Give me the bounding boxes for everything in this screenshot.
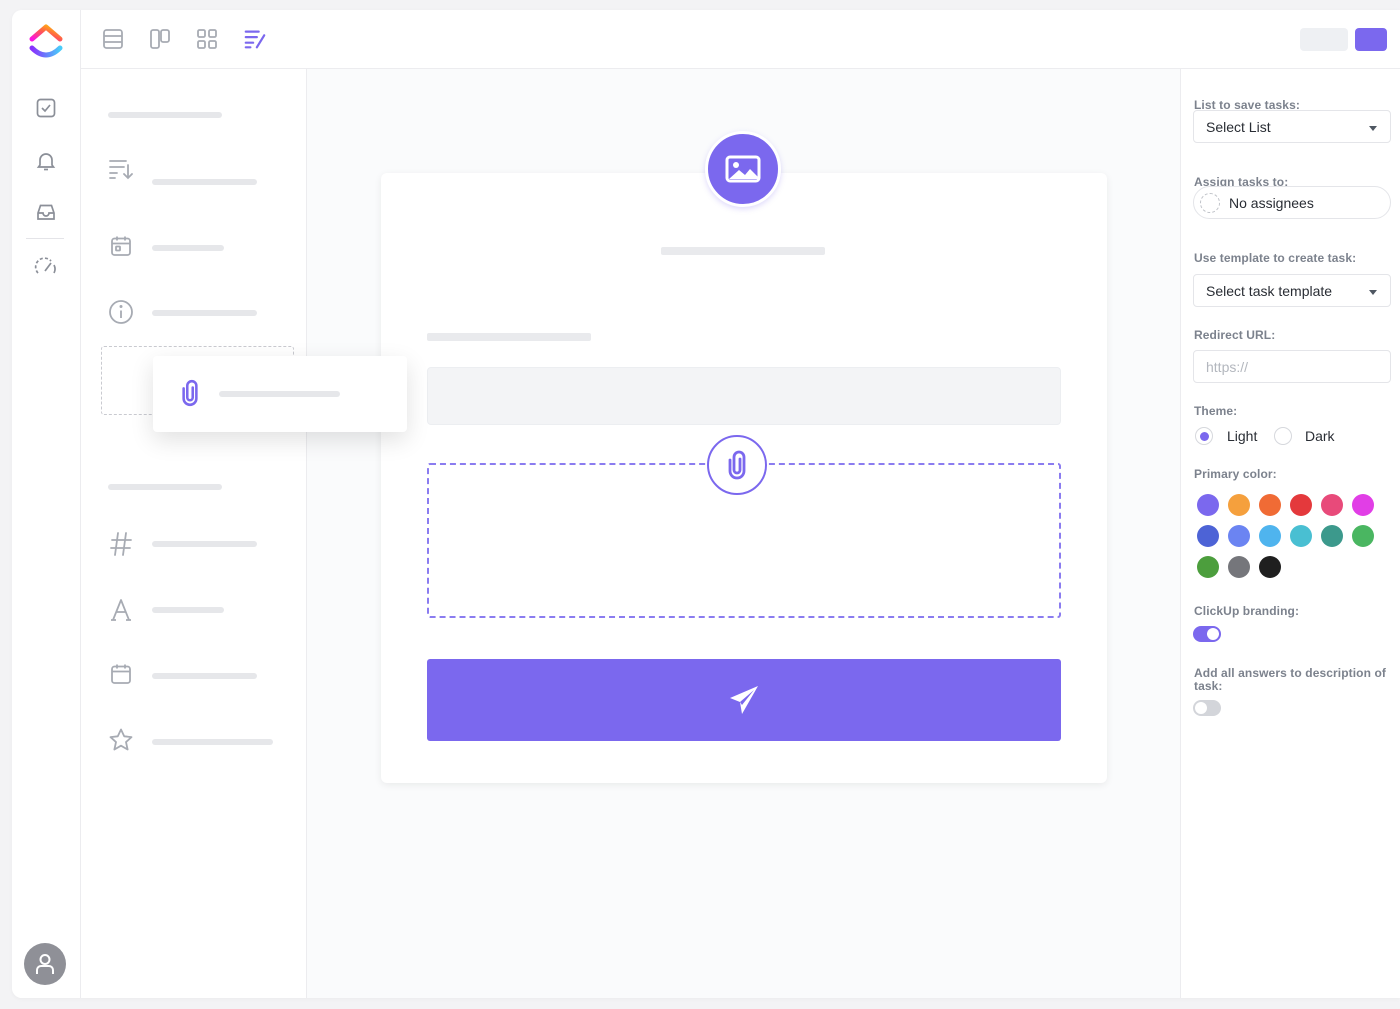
field-label-placeholder — [152, 739, 273, 745]
template-select-value: Select task template — [1206, 283, 1333, 299]
send-paper-plane-icon — [730, 686, 758, 714]
form-cover-image-button[interactable] — [705, 131, 781, 207]
field-label-placeholder — [152, 673, 257, 679]
redirect-url-input[interactable] — [1193, 350, 1391, 383]
field-text-icon[interactable] — [107, 596, 135, 624]
color-swatch[interactable] — [1228, 494, 1250, 516]
list-view-icon[interactable] — [101, 27, 125, 51]
secondary-action-button[interactable] — [1300, 28, 1348, 51]
field-label-placeholder — [219, 391, 340, 397]
color-swatch[interactable] — [1197, 525, 1219, 547]
field-date-icon[interactable] — [107, 232, 135, 260]
user-avatar[interactable] — [24, 943, 66, 985]
form-canvas — [307, 69, 1180, 998]
top-bar — [81, 10, 1400, 69]
color-swatch[interactable] — [1290, 494, 1312, 516]
color-swatch[interactable] — [1228, 556, 1250, 578]
field-label-placeholder — [152, 179, 257, 185]
form-preview-card — [381, 131, 1107, 783]
dragged-attachment-field[interactable] — [153, 356, 407, 432]
color-swatch[interactable] — [1228, 525, 1250, 547]
template-select[interactable]: Select task template — [1193, 274, 1391, 307]
tasks-checkbox-icon[interactable] — [34, 96, 58, 120]
answers-label: Add all answers to description of task: — [1194, 666, 1386, 693]
clickup-logo-icon[interactable] — [28, 22, 64, 62]
field-calendar-icon[interactable] — [107, 660, 135, 688]
color-swatch[interactable] — [1259, 494, 1281, 516]
assignee-picker[interactable]: No assignees — [1193, 186, 1391, 219]
form-text-input[interactable] — [427, 367, 1061, 425]
assignee-value: No assignees — [1229, 195, 1314, 211]
color-swatch[interactable] — [1259, 525, 1281, 547]
primary-color-label: Primary color: — [1194, 467, 1277, 481]
chevron-down-icon — [1369, 290, 1377, 295]
color-swatch[interactable] — [1352, 525, 1374, 547]
theme-dark-radio[interactable] — [1274, 427, 1292, 445]
notifications-bell-icon[interactable] — [34, 149, 58, 173]
attachment-upload-button[interactable] — [707, 435, 767, 495]
rail-divider — [26, 238, 64, 239]
submit-form-button[interactable] — [427, 659, 1061, 741]
primary-action-button[interactable] — [1355, 28, 1387, 51]
theme-label: Theme: — [1194, 404, 1238, 418]
theme-light-radio[interactable] — [1195, 427, 1213, 445]
form-fields-sidebar — [81, 69, 307, 998]
color-swatch[interactable] — [1290, 525, 1312, 547]
color-swatch[interactable] — [1352, 494, 1374, 516]
field-label-placeholder — [152, 245, 224, 251]
field-label-placeholder — [152, 310, 257, 316]
branding-label: ClickUp branding: — [1194, 604, 1300, 618]
add-assignee-icon — [1200, 193, 1220, 213]
form-settings-panel: List to save tasks: Select List Assign t… — [1180, 69, 1400, 998]
field-rating-star-icon[interactable] — [107, 726, 135, 754]
color-swatch[interactable] — [1259, 556, 1281, 578]
toggle-knob — [1207, 628, 1219, 640]
chevron-down-icon — [1369, 126, 1377, 131]
form-title-placeholder — [661, 247, 825, 255]
app-window: List to save tasks: Select List Assign t… — [12, 10, 1400, 998]
field-info-icon[interactable] — [107, 298, 135, 326]
redirect-label: Redirect URL: — [1194, 328, 1276, 342]
color-swatch[interactable] — [1321, 494, 1343, 516]
field-label-placeholder — [152, 607, 224, 613]
image-icon — [725, 155, 761, 183]
left-rail — [12, 10, 81, 998]
branding-toggle[interactable] — [1193, 626, 1221, 642]
list-select-value: Select List — [1206, 119, 1271, 135]
theme-light-label: Light — [1227, 428, 1258, 444]
field-label-placeholder — [152, 541, 257, 547]
grid-view-icon[interactable] — [195, 27, 219, 51]
list-select[interactable]: Select List — [1193, 110, 1391, 143]
theme-dark-label: Dark — [1305, 428, 1335, 444]
answers-toggle[interactable] — [1193, 700, 1221, 716]
user-icon — [36, 954, 54, 974]
field-sort-icon[interactable] — [107, 155, 135, 183]
section-heading-placeholder — [108, 112, 222, 118]
form-view-icon[interactable] — [243, 27, 267, 51]
template-label: Use template to create task: — [1194, 251, 1357, 265]
paperclip-icon — [175, 378, 205, 408]
dashboard-gauge-icon[interactable] — [34, 255, 58, 279]
color-swatch[interactable] — [1197, 556, 1219, 578]
color-swatch[interactable] — [1197, 494, 1219, 516]
board-view-icon[interactable] — [148, 27, 172, 51]
inbox-icon[interactable] — [34, 200, 58, 224]
section-heading-placeholder — [108, 484, 222, 490]
color-swatch[interactable] — [1321, 525, 1343, 547]
toggle-knob — [1195, 702, 1207, 714]
field-label-placeholder — [427, 333, 591, 341]
paperclip-icon — [728, 450, 746, 480]
field-number-hash-icon[interactable] — [107, 530, 135, 558]
